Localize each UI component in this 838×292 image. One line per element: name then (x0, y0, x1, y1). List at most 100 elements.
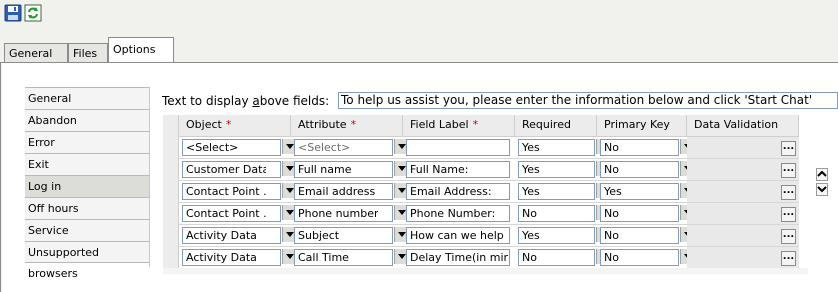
nav-item-general[interactable]: General (25, 87, 149, 109)
attribute-select[interactable]: Full name (294, 161, 393, 178)
column-header-label: Required (522, 118, 571, 131)
object-select[interactable]: Activity Data (182, 249, 281, 266)
move-down-button[interactable] (816, 183, 828, 196)
primary-key-value: No (604, 229, 619, 242)
primary-key-select[interactable]: No (600, 249, 679, 266)
field-label-input[interactable]: Phone Number: (406, 205, 510, 222)
field-label-value: Full Name: (410, 163, 469, 176)
save-button[interactable] (4, 4, 22, 22)
nav-item-unsupported-browsers[interactable]: Unsupported browsers (25, 241, 149, 280)
attribute-select[interactable]: <Select> (294, 139, 393, 156)
cell-data-validation: ... (687, 159, 799, 181)
column-header-attribute: Attribute * (291, 115, 403, 137)
column-header-primary-key: Primary Key (597, 115, 687, 137)
nav-item-error[interactable]: Error (25, 131, 149, 153)
validation-ellipsis-button[interactable]: ... (781, 229, 796, 244)
field-label-value: Email Address: (410, 185, 492, 198)
primary-key-select[interactable]: No (600, 205, 679, 222)
object-select[interactable]: Customer Data (182, 161, 281, 178)
validation-ellipsis-button[interactable]: ... (781, 163, 796, 178)
object-value: <Select> (186, 141, 239, 154)
object-select[interactable]: Contact Point ... (182, 183, 281, 200)
cell-attribute: Call Time (291, 247, 409, 269)
cell-attribute: Phone number (291, 203, 409, 225)
field-label-value: Delay Time(in min) (410, 251, 508, 264)
column-header-object: Object * (179, 115, 291, 137)
cell-object: Customer Data (179, 159, 297, 181)
attribute-value: Email address (298, 185, 376, 198)
required-select[interactable]: Yes (518, 161, 595, 178)
field-label-input[interactable]: How can we help ... (406, 227, 510, 244)
attribute-select[interactable]: Phone number (294, 205, 393, 222)
required-value: Yes (522, 141, 540, 154)
required-value: Yes (522, 185, 540, 198)
cell-data-validation: ... (687, 137, 799, 159)
tab-general[interactable]: General (4, 43, 68, 63)
cell-data-validation: ... (687, 203, 799, 225)
primary-key-select[interactable]: No (600, 227, 679, 244)
cell-object: <Select> (179, 137, 297, 159)
validation-ellipsis-button[interactable]: ... (781, 185, 796, 200)
move-up-button[interactable] (816, 168, 828, 181)
primary-key-value: Yes (604, 185, 622, 198)
required-value: Yes (522, 229, 540, 242)
field-label-input[interactable] (406, 139, 510, 156)
attribute-select[interactable]: Subject (294, 227, 393, 244)
object-select[interactable]: Contact Point ... (182, 205, 281, 222)
validation-ellipsis-button[interactable]: ... (781, 251, 796, 266)
cell-field-label: Full Name: (403, 159, 515, 181)
object-select[interactable]: <Select> (182, 139, 281, 156)
attribute-value: Full name (298, 163, 352, 176)
field-label-input[interactable]: Delay Time(in min) (406, 249, 510, 266)
primary-key-select[interactable]: No (600, 139, 679, 156)
save-icon (4, 4, 22, 22)
required-select[interactable]: No (518, 249, 595, 266)
object-value: Contact Point ... (186, 185, 266, 198)
primary-key-value: No (604, 251, 619, 264)
required-marker: * (350, 118, 357, 131)
column-header-label: Data Validation (694, 118, 779, 131)
cell-primary-key: No (597, 203, 695, 225)
nav-item-off-hours[interactable]: Off hours (25, 197, 149, 219)
field-label-value: Phone Number: (410, 207, 496, 220)
cell-required: Yes (515, 181, 611, 203)
object-select[interactable]: Activity Data (182, 227, 281, 244)
required-select[interactable]: No (518, 205, 595, 222)
attribute-select[interactable]: Call Time (294, 249, 393, 266)
table-row: <Select> <Select> Yes No... (163, 137, 799, 159)
table-row: Contact Point ... Phone number Phone Numbe… (163, 203, 799, 225)
required-select[interactable]: Yes (518, 139, 595, 156)
display-text-label: Text to display above fields: (162, 94, 330, 108)
required-marker: * (225, 118, 232, 131)
cell-object: Contact Point ... (179, 181, 297, 203)
nav-item-service[interactable]: Service (25, 219, 149, 241)
cell-attribute: <Select> (291, 137, 409, 159)
nav-item-log-in[interactable]: Log in (25, 175, 149, 197)
attribute-select[interactable]: Email address (294, 183, 393, 200)
refresh-icon (24, 4, 42, 22)
primary-key-value: No (604, 207, 619, 220)
tab-files[interactable]: Files (68, 43, 108, 63)
primary-key-select[interactable]: Yes (600, 183, 679, 200)
nav-item-abandon[interactable]: Abandon (25, 109, 149, 131)
validation-ellipsis-button[interactable]: ... (781, 207, 796, 222)
validation-ellipsis-button[interactable]: ... (781, 141, 796, 156)
required-select[interactable]: Yes (518, 227, 595, 244)
field-label-input[interactable]: Full Name: (406, 161, 510, 178)
cell-data-validation: ... (687, 247, 799, 269)
primary-key-select[interactable]: No (600, 161, 679, 178)
cell-primary-key: No (597, 247, 695, 269)
nav-item-exit[interactable]: Exit (25, 153, 149, 175)
chevron-up-icon (817, 170, 827, 177)
chevron-down-icon (817, 186, 827, 193)
tab-options[interactable]: Options (108, 37, 174, 63)
required-marker: * (472, 118, 479, 131)
column-header-label: Primary Key (604, 118, 670, 131)
required-select[interactable]: Yes (518, 183, 595, 200)
cell-field-label: How can we help ... (403, 225, 515, 247)
cell-object: Activity Data (179, 225, 297, 247)
refresh-button[interactable] (24, 4, 42, 22)
field-label-input[interactable]: Email Address: (406, 183, 510, 200)
cell-attribute: Email address (291, 181, 409, 203)
display-text-input[interactable]: To help us assist you, please enter the … (338, 92, 838, 109)
